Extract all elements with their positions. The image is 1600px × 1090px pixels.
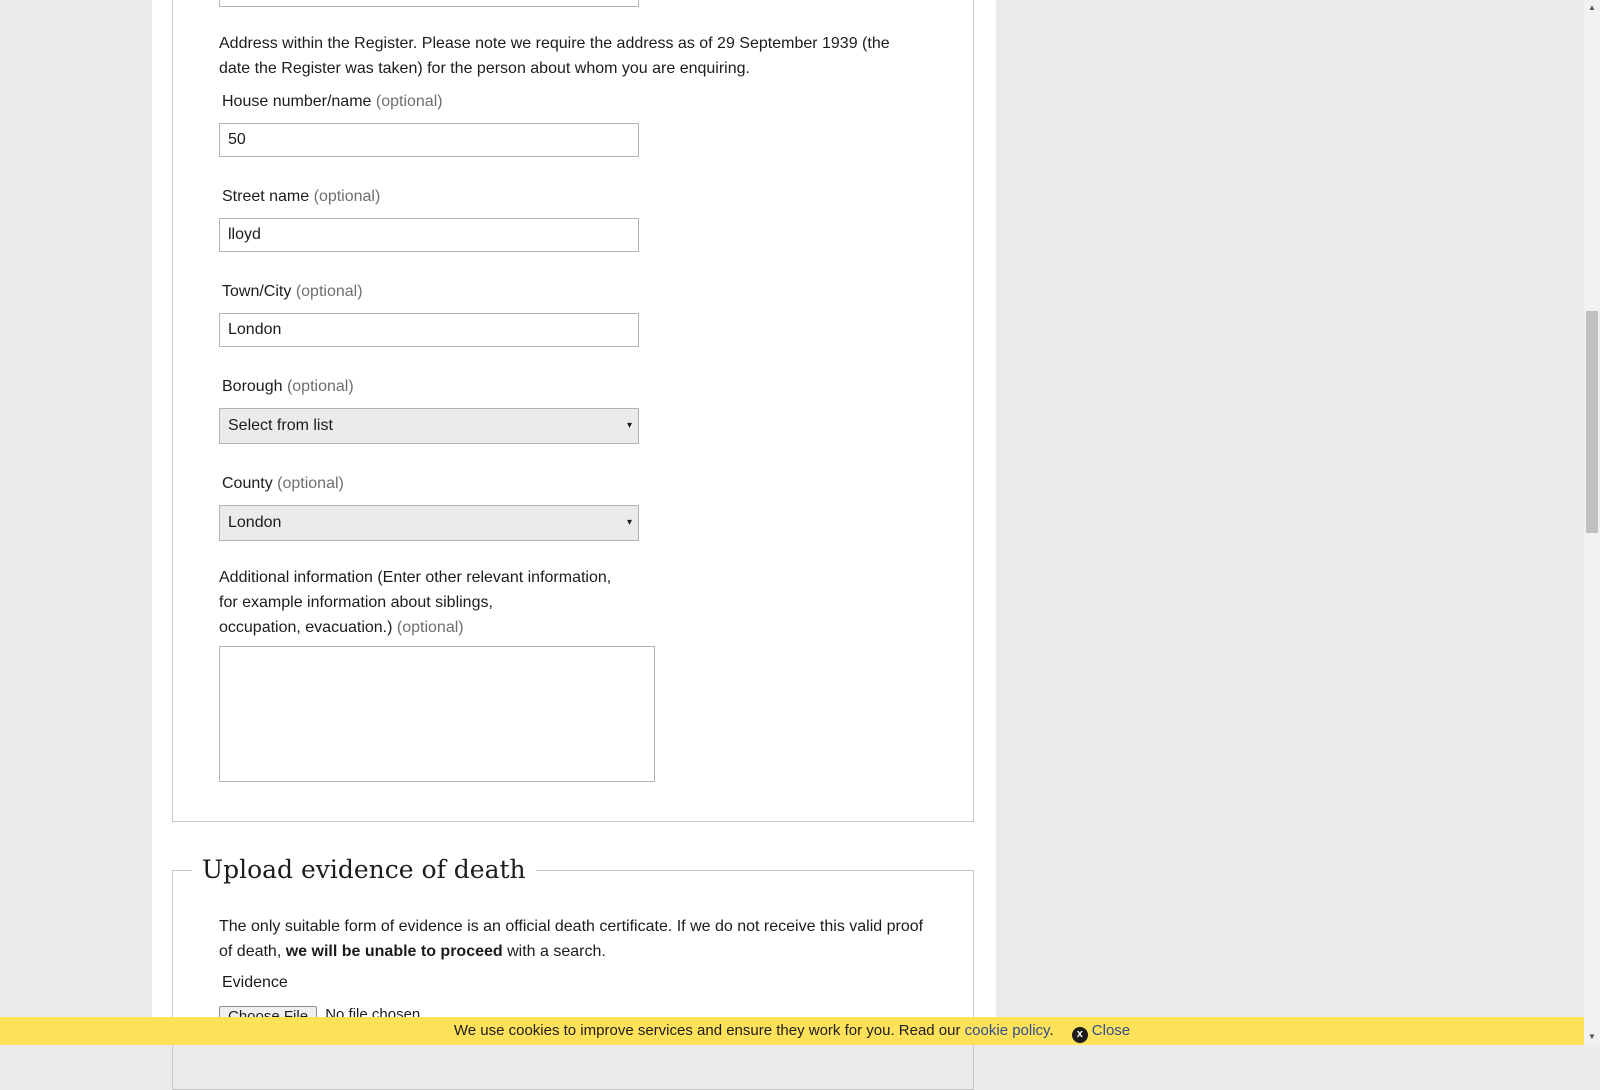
house-number-label: House number/name (optional) <box>222 92 443 112</box>
additional-info-label-line2: for example information about siblings, <box>219 594 493 611</box>
evidence-instructions-bold: we will be unable to proceed <box>285 943 503 960</box>
scroll-down-icon[interactable]: ▼ <box>1584 1029 1600 1045</box>
scroll-up-icon[interactable]: ▲ <box>1584 0 1600 16</box>
evidence-section-title: Upload evidence of death <box>192 852 536 888</box>
evidence-label: Evidence <box>222 974 288 991</box>
additional-info-label-line1: Additional information (Enter other rele… <box>219 569 612 586</box>
additional-info-textarea[interactable] <box>219 646 655 782</box>
address-intro-text: Address within the Register. Please note… <box>219 35 890 77</box>
evidence-instructions-part2: with a search. <box>507 943 606 960</box>
borough-select[interactable]: Select from list ▾ <box>219 408 639 444</box>
vertical-scrollbar[interactable]: ▲ ▼ <box>1584 0 1600 1045</box>
county-label: County (optional) <box>222 474 344 494</box>
county-select[interactable]: London ▾ <box>219 505 639 541</box>
chevron-down-icon: ▾ <box>626 517 632 528</box>
previous-field-input[interactable] <box>219 0 639 7</box>
street-name-label-text: Street name <box>222 188 310 205</box>
town-city-input[interactable]: London <box>219 313 639 347</box>
optional-hint: (optional) <box>286 378 354 395</box>
borough-label-text: Borough <box>222 378 283 395</box>
cookie-policy-link[interactable]: cookie policy <box>965 1022 1050 1039</box>
chevron-down-icon: ▾ <box>626 420 632 431</box>
house-number-input[interactable]: 50 <box>219 123 639 157</box>
borough-label: Borough (optional) <box>222 377 354 397</box>
optional-hint: (optional) <box>277 475 344 492</box>
evidence-instructions: The only suitable form of evidence is an… <box>219 914 939 964</box>
optional-hint: (optional) <box>295 283 363 300</box>
cookie-close-link[interactable]: Close <box>1092 1022 1130 1039</box>
town-city-label-text: Town/City <box>222 283 292 300</box>
street-name-label: Street name (optional) <box>222 187 380 207</box>
cookie-message: We use cookies to improve services and e… <box>453 1022 961 1039</box>
town-city-label: Town/City (optional) <box>222 282 363 302</box>
main-content: Address within the Register. Please note… <box>152 0 996 1090</box>
house-number-label-text: House number/name <box>222 93 372 110</box>
optional-hint: (optional) <box>396 619 464 636</box>
borough-selected-value: Select from list <box>228 417 333 434</box>
cookie-banner: We use cookies to improve services and e… <box>0 1017 1584 1045</box>
scrollbar-thumb[interactable] <box>1586 311 1598 533</box>
street-name-input[interactable]: lloyd <box>219 218 639 252</box>
cookie-period: . <box>1049 1022 1054 1039</box>
county-label-text: County <box>222 475 273 492</box>
optional-hint: (optional) <box>313 188 381 205</box>
optional-hint: (optional) <box>375 93 443 110</box>
close-icon[interactable]: x <box>1071 1027 1088 1043</box>
evidence-fieldset <box>172 870 974 1090</box>
additional-info-label-line3: occupation, evacuation.) <box>219 619 393 636</box>
county-selected-value: London <box>228 514 282 531</box>
additional-info-label: Additional information (Enter other rele… <box>219 565 659 640</box>
